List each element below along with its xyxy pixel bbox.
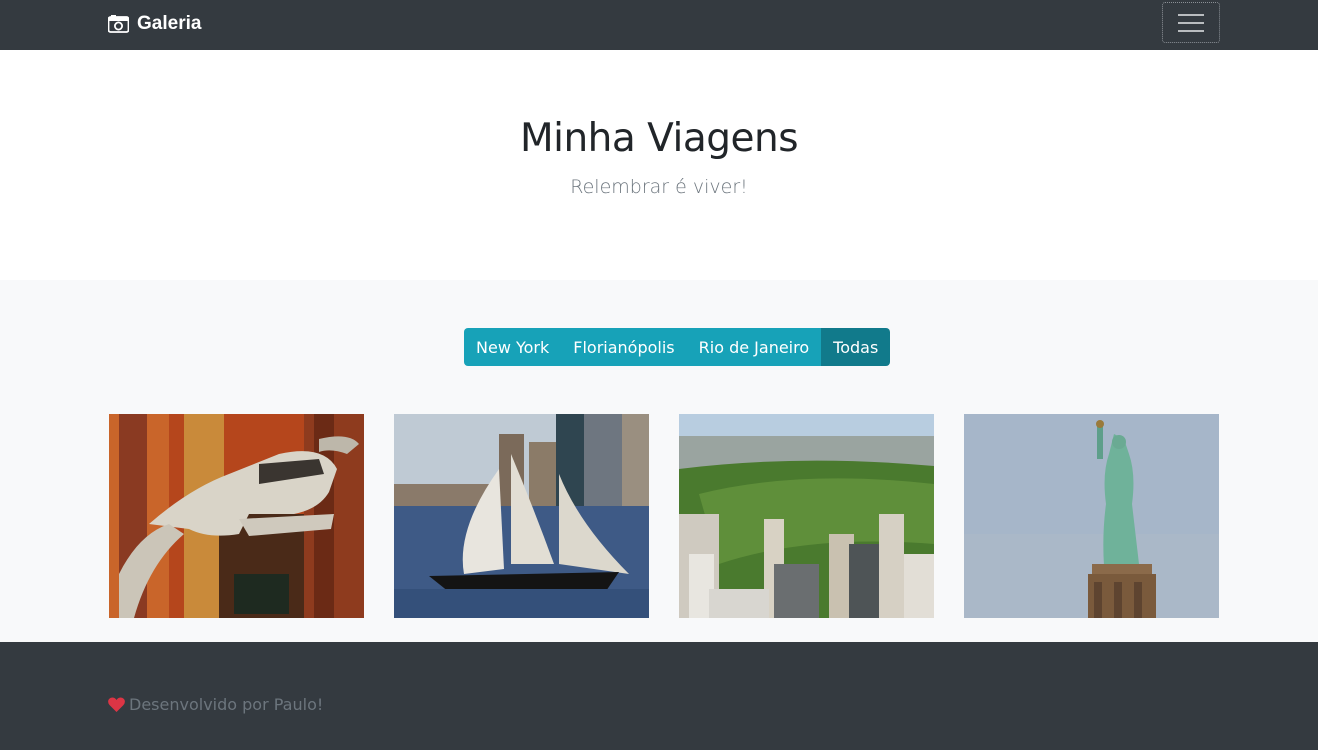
gallery-photo-sailboat[interactable] (394, 414, 649, 618)
navbar-brand[interactable]: Galeria (108, 11, 201, 37)
central-park-image (679, 414, 934, 618)
footer: Desenvolvido por Paulo! (0, 642, 1318, 750)
heart-icon (108, 697, 125, 712)
gallery-photo-statue-of-liberty[interactable] (964, 414, 1219, 618)
navbar-toggler-button[interactable] (1162, 2, 1220, 43)
filter-button-todas[interactable]: Todas (821, 328, 891, 366)
hamburger-menu-icon (1178, 14, 1204, 32)
camera-icon (108, 15, 129, 33)
sailboat-image (394, 414, 649, 618)
hero-section: Minha Viagens Relembrar é viver! (0, 50, 1318, 280)
footer-credit: Desenvolvido por Paulo! (108, 695, 323, 714)
filter-button-florianopolis[interactable]: Florianópolis (561, 328, 687, 366)
gallery-section: New York Florianópolis Rio de Janeiro To… (0, 280, 1318, 642)
footer-text: Desenvolvido por Paulo! (129, 695, 324, 714)
statue-of-liberty-image (964, 414, 1219, 618)
page-subtitle: Relembrar é viver! (570, 176, 748, 198)
filter-button-new-york[interactable]: New York (464, 328, 562, 366)
brand-label: Galeria (137, 13, 202, 34)
filter-button-rio-de-janeiro[interactable]: Rio de Janeiro (686, 328, 822, 366)
dinosaur-skeleton-image (109, 414, 364, 618)
navbar: Galeria (0, 0, 1318, 50)
filter-button-group: New York Florianópolis Rio de Janeiro To… (464, 328, 891, 366)
gallery-photo-central-park[interactable] (679, 414, 934, 618)
gallery-photo-dinosaur[interactable] (109, 414, 364, 618)
page-title: Minha Viagens (519, 116, 799, 161)
